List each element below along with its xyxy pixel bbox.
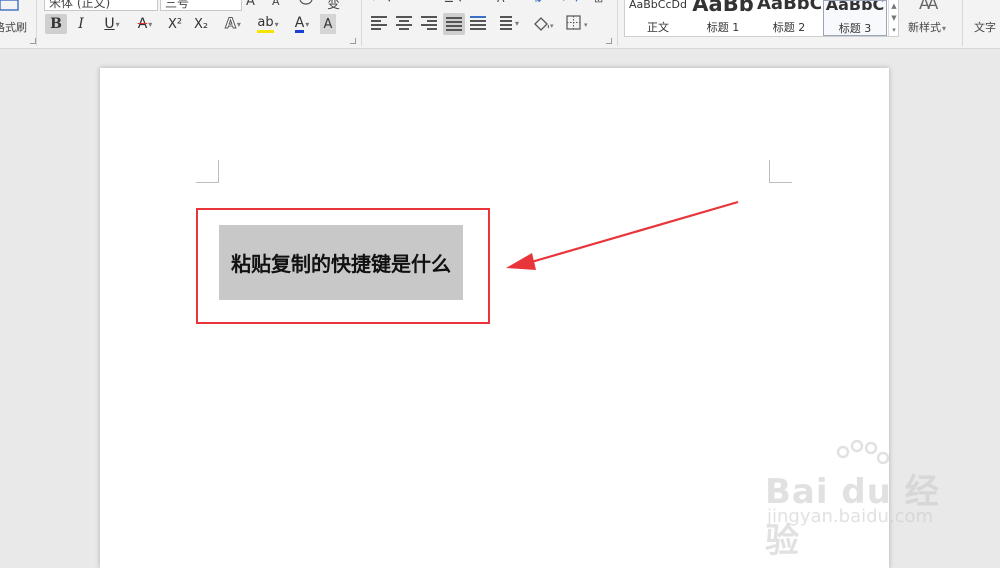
style-preview: AaBbCcDd	[629, 0, 687, 11]
style-name: 标题 2	[772, 21, 806, 34]
margin-corner-marker	[769, 160, 792, 183]
chevron-down-icon: ▾	[274, 19, 279, 29]
chevron-down-icon: ▾	[148, 19, 153, 29]
text-tools-button[interactable]: 文字	[968, 0, 1000, 40]
para-top-tool[interactable]: ⊞	[594, 0, 603, 5]
style-name: 正文	[647, 21, 669, 34]
svg-text:▾: ▾	[584, 21, 588, 29]
italic-button[interactable]: I	[74, 14, 88, 34]
paint-bucket-icon: ▾	[534, 17, 554, 31]
styles-gallery: AaBbCcDd 正文 AaBb 标题 1 AaBbC 标题 2 AaBbC 标…	[624, 0, 899, 37]
strikethrough-label: A	[137, 16, 148, 32]
sort-icon[interactable]: ⇅	[533, 0, 542, 5]
font-color-button[interactable]: A ▾	[288, 14, 316, 34]
char-shading-button[interactable]: A	[320, 14, 336, 34]
format-painter-icon	[0, 0, 19, 11]
subscript-button[interactable]: X₂	[190, 14, 212, 34]
strikethrough-button[interactable]: A ▾	[131, 14, 159, 34]
baidu-watermark: Bai du 经验 jingyan.baidu.com	[765, 440, 965, 561]
paragraph-group-launcher[interactable]	[606, 38, 612, 44]
style-heading-2[interactable]: AaBbC 标题 2	[757, 0, 821, 36]
para-top-tool[interactable]: ↵ ▾	[561, 0, 579, 5]
borders-button[interactable]: ▾	[566, 15, 592, 35]
justify-icon	[446, 17, 462, 31]
style-heading-3[interactable]: AaBbC 标题 3	[823, 0, 887, 36]
style-name: 标题 3	[838, 22, 872, 35]
para-top-tool[interactable]: A	[497, 0, 505, 5]
font-size-dropdown[interactable]: 三号	[160, 0, 242, 11]
shrink-font-button[interactable]: A	[272, 0, 280, 8]
font-group-launcher[interactable]	[350, 38, 356, 44]
phonetic-guide-button[interactable]: 变	[327, 0, 340, 12]
align-left-icon[interactable]	[371, 16, 387, 30]
clear-format-button[interactable]	[298, 0, 314, 12]
justify-button[interactable]	[443, 13, 465, 35]
style-heading-1[interactable]: AaBb 标题 1	[691, 0, 755, 36]
distribute-icon[interactable]	[470, 16, 486, 30]
font-color-label: A	[294, 14, 305, 33]
font-size-value: 三号	[165, 0, 190, 10]
style-name: 标题 1	[706, 21, 740, 34]
style-preview: AaBbC	[757, 0, 821, 14]
format-painter-label: 格式刷	[0, 21, 27, 34]
line-spacing-icon[interactable]	[496, 16, 512, 30]
bold-button[interactable]: B	[45, 14, 67, 34]
underline-label: U	[104, 16, 115, 32]
chevron-up-icon[interactable]: ▲	[889, 0, 899, 12]
style-preview: AaBbC	[825, 0, 885, 14]
font-name-dropdown[interactable]: 宋体 (正文)	[44, 0, 158, 11]
underline-button[interactable]: U ▾	[98, 14, 126, 34]
text-effect-button[interactable]: A ▾	[219, 14, 247, 34]
chevron-down-icon: ▾	[236, 19, 241, 29]
new-style-button[interactable]: AA 新样式▾	[905, 0, 957, 40]
margin-corner-marker	[196, 160, 219, 183]
borders-icon: ▾	[566, 15, 588, 30]
new-style-icon: AA	[919, 0, 938, 13]
chevron-down-icon[interactable]: ▼	[889, 12, 899, 24]
ribbon-toolbar: 格式刷 宋体 (正文) 三号 A A 变 B I U▾ A▾ X² X₂ A▾ …	[0, 0, 1000, 49]
superscript-button[interactable]: X²	[164, 14, 186, 34]
chevron-down-icon: ▾	[115, 19, 120, 29]
grow-font-button[interactable]: A	[246, 0, 255, 9]
annotation-highlight-box	[196, 208, 490, 324]
chevron-down-icon: ▾	[305, 19, 310, 29]
font-name-value: 宋体 (正文)	[49, 0, 111, 10]
align-right-icon[interactable]	[421, 16, 437, 30]
align-center-icon[interactable]	[396, 16, 412, 30]
para-top-tool[interactable]: ≔ ▾	[372, 0, 392, 5]
text-effect-label: A	[225, 16, 237, 33]
new-style-label: 新样式▾	[908, 21, 947, 34]
highlight-label: ab	[257, 15, 274, 33]
styles-scroll[interactable]: ▲ ▼ ▾	[888, 0, 899, 36]
format-painter-button[interactable]: 格式刷	[0, 0, 34, 40]
more-icon[interactable]: ▾	[889, 24, 899, 36]
watermark-url: jingyan.baidu.com	[767, 506, 934, 527]
text-tools-label: 文字	[974, 21, 996, 34]
shading-button[interactable]: ▾	[532, 15, 556, 35]
chevron-down-icon[interactable]: ▾	[515, 19, 519, 28]
highlight-button[interactable]: ab ▾	[253, 14, 283, 34]
style-preview: AaBb	[692, 0, 754, 16]
svg-text:▾: ▾	[550, 22, 554, 30]
eraser-icon	[299, 0, 313, 5]
style-normal[interactable]: AaBbCcDd 正文	[625, 0, 691, 36]
para-top-tool[interactable]: ☰ ▾	[444, 0, 463, 5]
